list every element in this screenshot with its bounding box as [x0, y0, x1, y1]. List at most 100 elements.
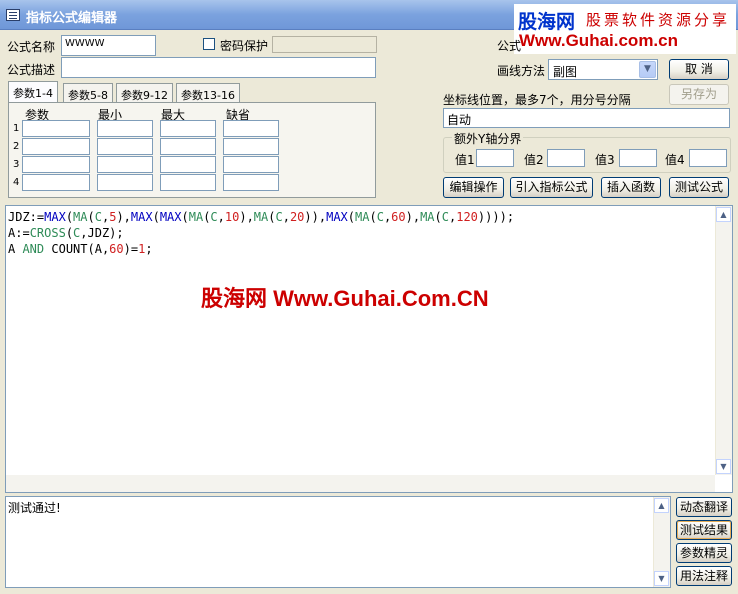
y-value-label: 值1	[455, 153, 475, 167]
code-line[interactable]: A AND COUNT(A,60)=1;	[8, 241, 514, 257]
param1-min-input[interactable]	[97, 120, 153, 137]
app-icon	[6, 9, 20, 21]
tab-params-5-8[interactable]: 参数5-8	[63, 83, 113, 102]
tab-params-9-12[interactable]: 参数9-12	[116, 83, 173, 102]
editor-vertical-scrollbar[interactable]: ▲ ▼	[715, 206, 732, 475]
cancel-button[interactable]: 取 消	[669, 59, 729, 80]
param4-min-input[interactable]	[97, 174, 153, 191]
code-token: C	[376, 210, 384, 224]
code-token: ))));	[477, 210, 515, 224]
y-value-label: 值4	[665, 153, 685, 167]
scroll-up-icon[interactable]: ▲	[716, 207, 731, 222]
code-token: ),	[116, 210, 131, 224]
param2-default-input[interactable]	[223, 138, 279, 155]
param4-default-input[interactable]	[223, 174, 279, 191]
scroll-down-icon[interactable]: ▼	[654, 571, 669, 586]
brand-url: Www.Guhai.com.cn	[519, 31, 678, 50]
output-vertical-scrollbar[interactable]: ▲ ▼	[653, 497, 670, 587]
code-token: 10	[224, 210, 240, 224]
brand-banner: 股海网 股票软件资源分享 Www.Guhai.com.cn	[514, 4, 736, 54]
code-token: C	[210, 210, 218, 224]
param4-max-input[interactable]	[160, 174, 216, 191]
code-token: (	[65, 226, 74, 240]
row-label: 4	[13, 177, 20, 188]
param-wizard-button[interactable]: 参数精灵	[676, 543, 732, 563]
code-token: (	[369, 210, 377, 224]
param1-default-input[interactable]	[223, 120, 279, 137]
code-token: A	[8, 242, 23, 256]
param2-max-input[interactable]	[160, 138, 216, 155]
dynamic-translate-button[interactable]: 动态翻译	[676, 497, 732, 517]
param4-name-input[interactable]	[22, 174, 90, 191]
test-result-button[interactable]: 测试结果	[676, 520, 732, 540]
param3-default-input[interactable]	[223, 156, 279, 173]
params-panel: 参数 最小 最大 缺省 1 2 3 4	[8, 102, 376, 198]
code-token: (	[181, 210, 189, 224]
code-line[interactable]: JDZ:=MAX(MA(C,5),MAX(MAX(MA(C,10),MA(C,2…	[8, 209, 514, 225]
param3-name-input[interactable]	[22, 156, 90, 173]
code-token: MAX	[44, 210, 66, 224]
y-value-3-input[interactable]	[619, 149, 657, 167]
brand-tagline: 股票软件资源分享	[586, 11, 731, 29]
extra-y-axis-group: 额外Y轴分界 值1 值2 值3 值4	[443, 130, 731, 173]
y-value-2-input[interactable]	[547, 149, 585, 167]
axis-position-label: 坐标线位置，最多7个，用分号分隔	[443, 93, 631, 107]
code-token: MAX	[159, 210, 182, 224]
edit-operation-button[interactable]: 编辑操作	[443, 177, 504, 198]
code-line[interactable]: A:=CROSS(C,JDZ);	[8, 225, 514, 241]
tab-params-1-4[interactable]: 参数1-4	[8, 81, 58, 103]
save-as-button: 另存为	[669, 84, 729, 105]
formula-desc-input[interactable]	[61, 57, 376, 78]
code-token: ,JDZ);	[80, 226, 124, 240]
code-token: MAX	[130, 210, 153, 224]
password-input	[272, 36, 377, 53]
scroll-up-icon[interactable]: ▲	[654, 498, 669, 513]
insert-function-button[interactable]: 插入函数	[601, 177, 661, 198]
param3-max-input[interactable]	[160, 156, 216, 173]
formula-code[interactable]: JDZ:=MAX(MA(C,5),MAX(MAX(MA(C,10),MA(C,2…	[8, 209, 514, 257]
param3-min-input[interactable]	[97, 156, 153, 173]
watermark-text: 股海网 Www.Guhai.Com.CN	[201, 286, 489, 311]
code-token: ),	[405, 210, 421, 224]
code-token: (	[87, 210, 95, 224]
brand-name: 股海网	[518, 11, 576, 33]
test-formula-button[interactable]: 测试公式	[669, 177, 729, 198]
tab-params-13-16[interactable]: 参数13-16	[176, 83, 240, 102]
import-indicator-button[interactable]: 引入指标公式	[510, 177, 593, 198]
usage-notes-button[interactable]: 用法注释	[676, 566, 732, 586]
code-token: C	[275, 210, 283, 224]
param2-min-input[interactable]	[97, 138, 153, 155]
code-token: (	[152, 210, 160, 224]
axis-position-input[interactable]: 自动	[443, 108, 730, 128]
draw-method-select[interactable]: 副图 ▼	[548, 59, 658, 80]
window-title: 指标公式编辑器	[26, 11, 118, 26]
param1-name-input[interactable]	[22, 120, 90, 137]
formula-name-label: 公式名称	[7, 40, 56, 54]
y-value-4-input[interactable]	[689, 149, 727, 167]
code-token: CROSS	[29, 226, 66, 240]
code-token: MA	[73, 210, 88, 224]
row-label: 1	[13, 123, 20, 134]
formula-editor[interactable]: JDZ:=MAX(MA(C,5),MAX(MAX(MA(C,10),MA(C,2…	[5, 205, 733, 493]
test-output[interactable]: 测试通过! ▲ ▼	[5, 496, 671, 588]
formula-type-label: 公式	[497, 39, 522, 53]
editor-horizontal-scrollbar[interactable]	[6, 475, 715, 492]
param1-max-input[interactable]	[160, 120, 216, 137]
y-value-label: 值2	[524, 153, 544, 167]
chevron-down-icon[interactable]: ▼	[639, 61, 656, 78]
row-label: 2	[13, 141, 20, 152]
code-token: C	[94, 210, 102, 224]
code-token: (	[347, 210, 356, 224]
code-token: 60	[391, 210, 406, 224]
param2-name-input[interactable]	[22, 138, 90, 155]
code-token: C	[441, 210, 449, 224]
code-token: 120	[456, 210, 478, 224]
scroll-down-icon[interactable]: ▼	[716, 459, 731, 474]
code-token: (	[434, 210, 442, 224]
y-value-1-input[interactable]	[476, 149, 514, 167]
formula-name-input[interactable]: WWWW	[61, 35, 156, 56]
code-token: MA	[420, 210, 435, 224]
row-label: 3	[13, 159, 20, 170]
code-token: A:=	[8, 226, 30, 240]
password-checkbox[interactable]	[203, 38, 215, 50]
